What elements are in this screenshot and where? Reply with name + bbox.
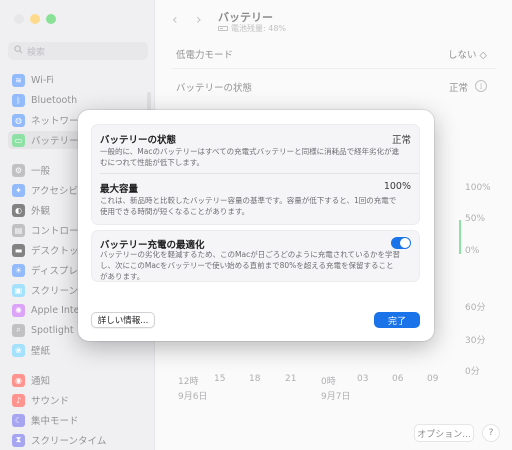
- details-button[interactable]: 詳しい情報...: [91, 312, 155, 328]
- capacity-description: これは、新品時と比較したバッテリー容量の基準です。容量が低下すると、1回の充電で…: [100, 196, 397, 216]
- health-title: バッテリーの状態: [100, 135, 177, 146]
- health-value: 正常: [391, 135, 411, 146]
- capacity-title: 最大容量: [100, 184, 139, 195]
- settings-window: 検索 ≋ Wi-Fi ᛒ Bluetooth ◍ ネットワーク ▭ バッテリー …: [0, 0, 512, 450]
- battery-health-sheet: バッテリーの状態 正常 一般的に、Macのバッテリーはすべての充電式バッテリーと…: [78, 110, 434, 341]
- optimize-group: バッテリー充電の最適化 バッテリーの劣化を軽減するため、このMacが日ごろどのよ…: [91, 230, 420, 282]
- battery-info-group: バッテリーの状態 正常 一般的に、Macのバッテリーはすべての充電式バッテリーと…: [91, 124, 420, 225]
- health-description: 一般的に、Macのバッテリーはすべての充電式バッテリーと同様に消耗品で経年劣化が…: [100, 147, 400, 167]
- divider: [100, 173, 419, 174]
- done-button[interactable]: 完了: [374, 312, 420, 328]
- optimize-charging-toggle[interactable]: [391, 237, 411, 249]
- optimize-description: バッテリーの劣化を軽減するため、このMacが日ごろどのように充電されているかを学…: [100, 250, 400, 281]
- capacity-value: 100%: [383, 181, 411, 192]
